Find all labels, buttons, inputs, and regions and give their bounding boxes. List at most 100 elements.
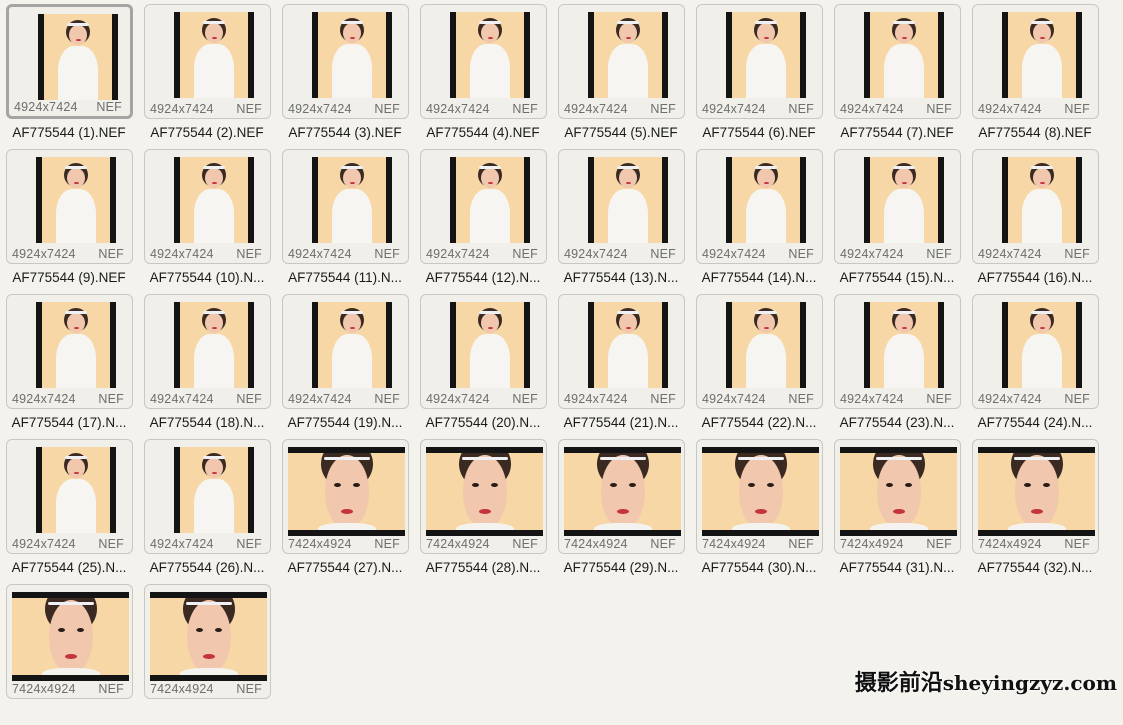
photo-thumbnail — [36, 302, 116, 388]
file-thumbnail-card[interactable]: 7424x4924 NEF — [696, 439, 823, 554]
file-item[interactable]: 4924x7424 NEF AF775544 (4).NEF — [414, 0, 552, 145]
file-thumbnail-card[interactable]: 4924x7424 NEF — [6, 149, 133, 264]
photo-thumbnail — [36, 447, 116, 533]
file-item[interactable]: 7424x4924 NEF AF775544 (27).N... — [276, 435, 414, 580]
file-item[interactable]: 4924x7424 NEF AF775544 (6).NEF — [690, 0, 828, 145]
file-thumbnail-card[interactable]: 4924x7424 NEF — [144, 439, 271, 554]
file-item[interactable]: 7424x4924 NEF — [138, 580, 276, 725]
file-type-badge: NEF — [650, 102, 676, 116]
file-thumbnail-card[interactable]: 4924x7424 NEF — [282, 294, 409, 409]
file-item[interactable]: 7424x4924 NEF AF775544 (32).N... — [966, 435, 1104, 580]
file-item[interactable]: 4924x7424 NEF AF775544 (24).N... — [966, 290, 1104, 435]
file-item[interactable]: 4924x7424 NEF AF775544 (18).N... — [138, 290, 276, 435]
file-item[interactable]: 4924x7424 NEF AF775544 (19).N... — [276, 290, 414, 435]
image-dimensions: 4924x7424 — [702, 392, 766, 406]
file-thumbnail-card[interactable]: 7424x4924 NEF — [420, 439, 547, 554]
file-type-badge: NEF — [98, 537, 124, 551]
file-type-badge: NEF — [1064, 102, 1090, 116]
file-thumbnail-card[interactable]: 4924x7424 NEF — [696, 149, 823, 264]
file-item[interactable]: 4924x7424 NEF AF775544 (17).N... — [0, 290, 138, 435]
file-type-badge: NEF — [512, 247, 538, 261]
file-thumbnail-card[interactable]: 4924x7424 NEF — [558, 4, 685, 119]
file-thumbnail-card[interactable]: 4924x7424 NEF — [282, 4, 409, 119]
image-dimensions: 4924x7424 — [840, 392, 904, 406]
file-meta: 4924x7424 NEF — [835, 390, 960, 408]
file-name: AF775544 (30).N... — [701, 560, 817, 575]
file-meta: 4924x7424 NEF — [697, 100, 822, 118]
photo-thumbnail — [312, 12, 392, 98]
file-item[interactable]: 4924x7424 NEF AF775544 (14).N... — [690, 145, 828, 290]
file-item[interactable]: 4924x7424 NEF AF775544 (20).N... — [414, 290, 552, 435]
file-item[interactable]: 4924x7424 NEF AF775544 (8).NEF — [966, 0, 1104, 145]
image-dimensions: 7424x4924 — [12, 682, 76, 696]
file-thumbnail-card[interactable]: 4924x7424 NEF — [972, 294, 1099, 409]
file-item[interactable]: 4924x7424 NEF AF775544 (21).N... — [552, 290, 690, 435]
file-thumbnail-card[interactable]: 4924x7424 NEF — [834, 4, 961, 119]
file-item[interactable]: 7424x4924 NEF AF775544 (31).N... — [828, 435, 966, 580]
file-thumbnail-card[interactable]: 7424x4924 NEF — [6, 584, 133, 699]
file-thumbnail-card[interactable]: 4924x7424 NEF — [420, 149, 547, 264]
file-thumbnail-card[interactable]: 4924x7424 NEF — [420, 294, 547, 409]
file-meta: 4924x7424 NEF — [421, 245, 546, 263]
file-item[interactable]: 7424x4924 NEF AF775544 (30).N... — [690, 435, 828, 580]
file-item[interactable]: 4924x7424 NEF AF775544 (10).N... — [138, 145, 276, 290]
photo-thumbnail — [450, 302, 530, 388]
file-item[interactable]: 7424x4924 NEF AF775544 (29).N... — [552, 435, 690, 580]
file-thumbnail-card[interactable]: 4924x7424 NEF — [834, 149, 961, 264]
file-item[interactable]: 4924x7424 NEF AF775544 (5).NEF — [552, 0, 690, 145]
file-item[interactable]: 7424x4924 NEF AF775544 (28).N... — [414, 435, 552, 580]
file-item[interactable]: 4924x7424 NEF AF775544 (2).NEF — [138, 0, 276, 145]
file-thumbnail-card[interactable]: 4924x7424 NEF — [558, 294, 685, 409]
file-thumbnail-card[interactable]: 4924x7424 NEF — [6, 294, 133, 409]
file-thumbnail-card[interactable]: 7424x4924 NEF — [282, 439, 409, 554]
file-name: AF775544 (32).N... — [977, 560, 1093, 575]
file-meta: 4924x7424 NEF — [559, 390, 684, 408]
file-item[interactable]: 4924x7424 NEF AF775544 (7).NEF — [828, 0, 966, 145]
file-thumbnail-card[interactable]: 4924x7424 NEF — [6, 4, 133, 119]
file-item[interactable]: 4924x7424 NEF AF775544 (1).NEF — [0, 0, 138, 145]
file-thumbnail-card[interactable]: 7424x4924 NEF — [834, 439, 961, 554]
image-dimensions: 4924x7424 — [150, 247, 214, 261]
file-thumbnail-card[interactable]: 4924x7424 NEF — [696, 294, 823, 409]
photo-thumbnail — [1002, 12, 1082, 98]
file-thumbnail-card[interactable]: 7424x4924 NEF — [558, 439, 685, 554]
photo-thumbnail — [978, 447, 1095, 536]
file-thumbnail-card[interactable]: 7424x4924 NEF — [144, 584, 271, 699]
file-name: AF775544 (13).N... — [563, 270, 679, 285]
file-name: AF775544 (26).N... — [149, 560, 265, 575]
file-item[interactable]: 4924x7424 NEF AF775544 (15).N... — [828, 145, 966, 290]
file-name: AF775544 (22).N... — [701, 415, 817, 430]
file-thumbnail-card[interactable]: 4924x7424 NEF — [972, 4, 1099, 119]
file-thumbnail-card[interactable]: 4924x7424 NEF — [972, 149, 1099, 264]
file-item[interactable]: 4924x7424 NEF AF775544 (9).NEF — [0, 145, 138, 290]
file-item[interactable]: 4924x7424 NEF AF775544 (22).N... — [690, 290, 828, 435]
file-item[interactable]: 4924x7424 NEF AF775544 (3).NEF — [276, 0, 414, 145]
file-meta: 4924x7424 NEF — [7, 245, 132, 263]
file-thumbnail-card[interactable]: 4924x7424 NEF — [144, 4, 271, 119]
file-thumbnail-card[interactable]: 4924x7424 NEF — [834, 294, 961, 409]
file-name: AF775544 (4).NEF — [426, 125, 540, 140]
file-item[interactable]: 4924x7424 NEF AF775544 (16).N... — [966, 145, 1104, 290]
file-item[interactable]: 4924x7424 NEF AF775544 (25).N... — [0, 435, 138, 580]
file-item[interactable]: 4924x7424 NEF AF775544 (12).N... — [414, 145, 552, 290]
file-thumbnail-card[interactable]: 4924x7424 NEF — [144, 294, 271, 409]
file-thumbnail-card[interactable]: 4924x7424 NEF — [144, 149, 271, 264]
file-name: AF775544 (29).N... — [563, 560, 679, 575]
file-thumbnail-card[interactable]: 4924x7424 NEF — [6, 439, 133, 554]
file-thumbnail-card[interactable]: 4924x7424 NEF — [558, 149, 685, 264]
file-name: AF775544 (31).N... — [839, 560, 955, 575]
file-thumbnail-card[interactable]: 4924x7424 NEF — [282, 149, 409, 264]
file-item[interactable]: 4924x7424 NEF AF775544 (13).N... — [552, 145, 690, 290]
file-thumbnail-card[interactable]: 7424x4924 NEF — [972, 439, 1099, 554]
file-item[interactable]: 7424x4924 NEF — [0, 580, 138, 725]
file-type-badge: NEF — [374, 392, 400, 406]
file-thumbnail-card[interactable]: 4924x7424 NEF — [696, 4, 823, 119]
file-item[interactable]: 4924x7424 NEF AF775544 (23).N... — [828, 290, 966, 435]
file-name: AF775544 (27).N... — [287, 560, 403, 575]
file-meta: 7424x4924 NEF — [7, 680, 132, 698]
file-item[interactable]: 4924x7424 NEF AF775544 (26).N... — [138, 435, 276, 580]
file-name: AF775544 (25).N... — [11, 560, 127, 575]
file-item[interactable]: 4924x7424 NEF AF775544 (11).N... — [276, 145, 414, 290]
file-thumbnail-card[interactable]: 4924x7424 NEF — [420, 4, 547, 119]
photo-thumbnail — [150, 592, 267, 681]
